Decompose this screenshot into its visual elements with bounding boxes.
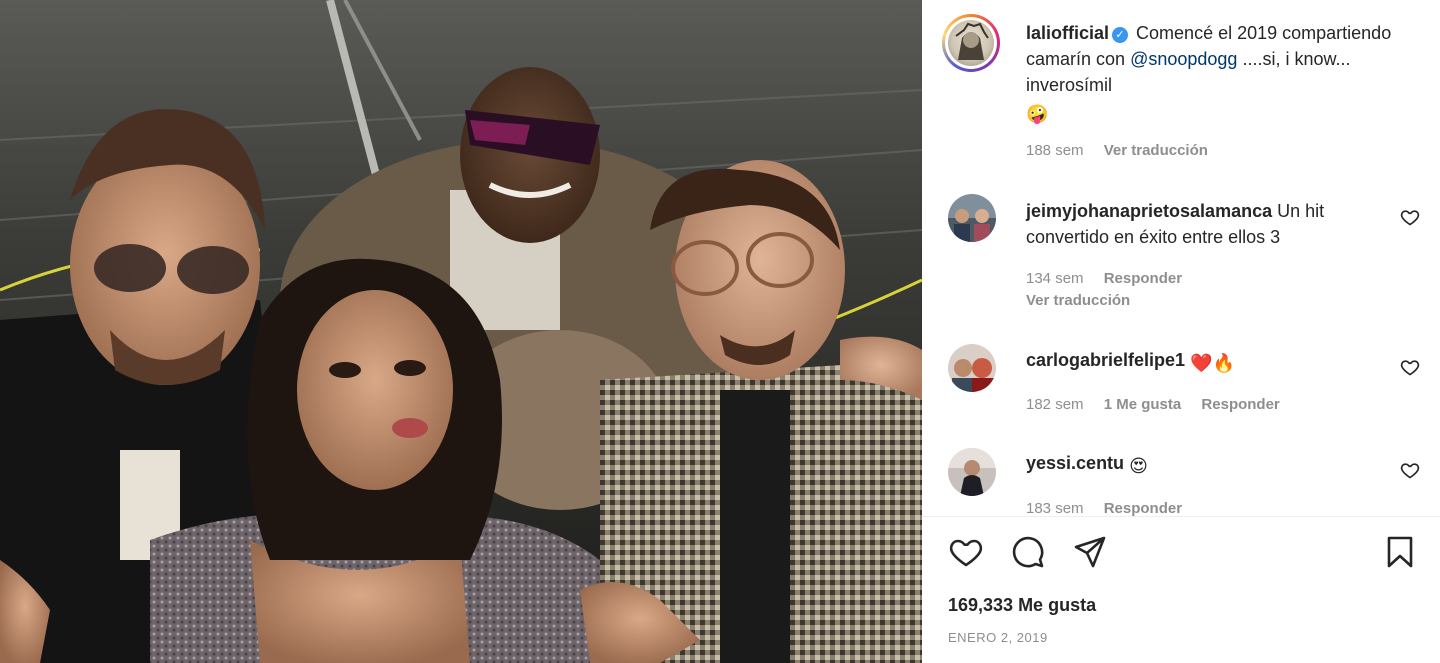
comment-translate-link[interactable]: Ver traducción (1026, 292, 1130, 309)
post-actions (922, 532, 1440, 576)
comment-like-heart-icon[interactable] (1400, 207, 1420, 227)
post-photo-image (0, 0, 922, 663)
author-avatar[interactable] (942, 14, 1000, 72)
comment-like-heart-icon[interactable] (1400, 357, 1420, 377)
post-date: ENERO 2, 2019 (948, 630, 1048, 645)
likes-count[interactable]: 169,333 Me gusta (948, 595, 1096, 616)
comment-body: ❤️🔥 (1190, 353, 1235, 373)
comment-meta: 134 sem Responder (1026, 270, 1182, 287)
comment-time: 182 sem (1026, 396, 1084, 413)
caption-translate-link[interactable]: Ver traducción (1104, 142, 1208, 159)
comment-username[interactable]: jeimyjohanaprietosalamanca (1026, 201, 1272, 221)
comment-body: 😍 (1129, 456, 1148, 476)
caption-mention[interactable]: @snoopdogg (1130, 49, 1237, 69)
comment-text: carlogabrielfelipe1 ❤️🔥 (1026, 347, 1380, 376)
comment-reply-link[interactable]: Responder (1201, 396, 1279, 413)
caption-emoji: 🤪 (1026, 104, 1049, 124)
commenter-avatar[interactable] (948, 344, 996, 392)
comment-item: yessi.centu 😍 183 sem Responder (922, 444, 1440, 516)
verified-badge-icon: ✓ (1112, 27, 1129, 43)
comment-likes-link[interactable]: 1 Me gusta (1104, 396, 1182, 413)
caption-time: 188 sem (1026, 142, 1084, 159)
bookmark-icon[interactable] (1380, 532, 1420, 572)
comment-reply-link[interactable]: Responder (1104, 500, 1182, 516)
comment-meta: 183 sem Responder (1026, 500, 1182, 516)
comment-translate-row: Ver traducción (1026, 292, 1130, 309)
post-detail-panel: laliofficial ✓ Comencé el 2019 compartien… (922, 0, 1440, 663)
commenter-avatar[interactable] (948, 194, 996, 242)
heart-icon[interactable] (946, 532, 986, 572)
comment-item: jeimyjohanaprietosalamanca Un hit conver… (922, 190, 1440, 320)
commenter-avatar[interactable] (948, 448, 996, 496)
caption-text: laliofficial ✓ Comencé el 2019 compartien… (1026, 20, 1400, 127)
comment-username[interactable]: yessi.centu (1026, 453, 1124, 473)
comment-time: 183 sem (1026, 500, 1084, 516)
comment-text: yessi.centu 😍 (1026, 450, 1380, 479)
commenter-avatar-image (948, 194, 996, 242)
caption-meta: 188 sem Ver traducción (1026, 142, 1208, 159)
actions-divider (922, 516, 1440, 517)
commenter-avatar-image (948, 448, 996, 496)
comment-time: 134 sem (1026, 270, 1084, 287)
comment-reply-link[interactable]: Responder (1104, 270, 1182, 287)
caption-author[interactable]: laliofficial (1026, 23, 1109, 43)
comment-username[interactable]: carlogabrielfelipe1 (1026, 350, 1185, 370)
commenter-avatar-image (948, 344, 996, 392)
comment-item: carlogabrielfelipe1 ❤️🔥 182 sem 1 Me gus… (922, 340, 1440, 430)
author-avatar-image (955, 22, 989, 60)
comment-icon[interactable] (1008, 532, 1048, 572)
post-photo[interactable] (0, 0, 922, 663)
comments-scroll[interactable]: laliofficial ✓ Comencé el 2019 compartien… (922, 0, 1440, 516)
comment-meta: 182 sem 1 Me gusta Responder (1026, 396, 1280, 413)
comment-like-heart-icon[interactable] (1400, 460, 1420, 480)
comment-text: jeimyjohanaprietosalamanca Un hit conver… (1026, 198, 1380, 250)
share-icon[interactable] (1070, 532, 1110, 572)
caption-row: laliofficial ✓ Comencé el 2019 compartien… (922, 0, 1440, 180)
